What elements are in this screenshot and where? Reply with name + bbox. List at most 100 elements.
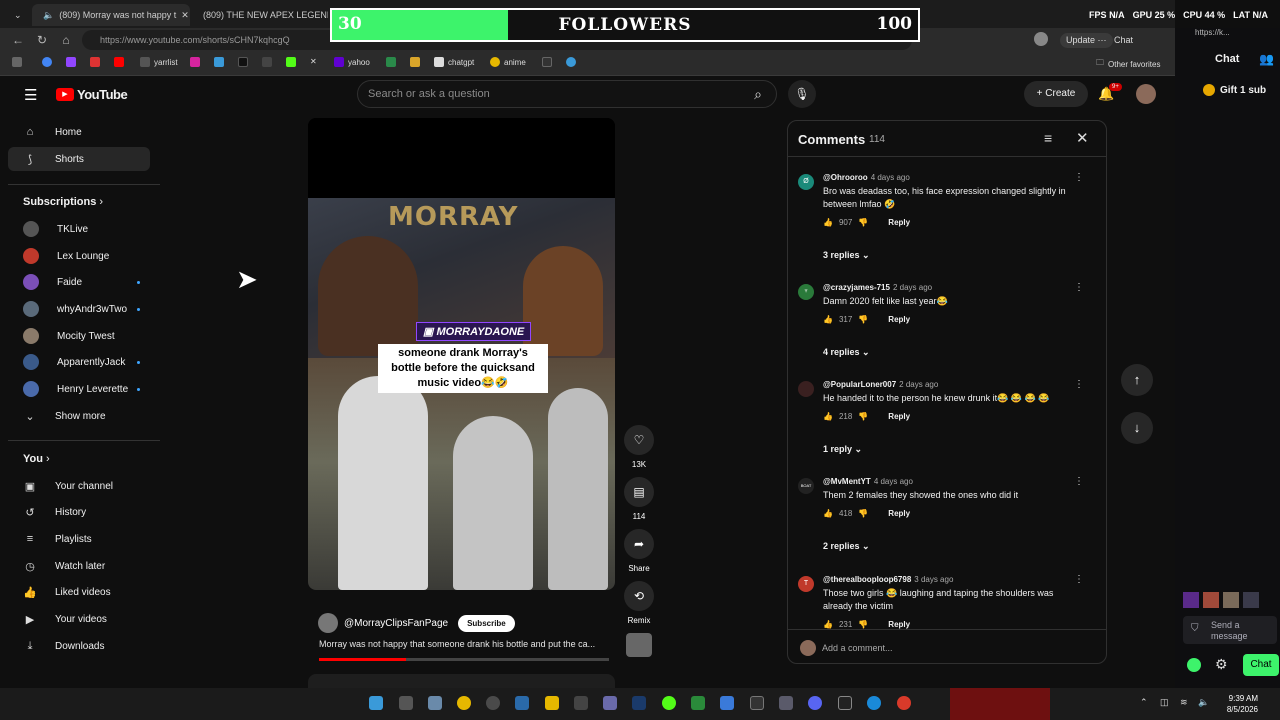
sidebar-item-downloads[interactable]: ⤓ Downloads bbox=[8, 634, 150, 658]
video-title[interactable]: Morray was not happy that someone drank … bbox=[319, 639, 609, 649]
app-icon[interactable] bbox=[779, 696, 793, 710]
chrome-icon[interactable] bbox=[897, 696, 911, 710]
comment-author[interactable]: @crazyjames-715 2 days ago bbox=[823, 283, 932, 292]
microphone-icon[interactable]: 🎙 bbox=[788, 80, 816, 108]
bookmark-x[interactable]: ✕ bbox=[310, 57, 317, 66]
emote-icon[interactable] bbox=[1183, 592, 1199, 608]
bookmark-twitch[interactable] bbox=[66, 57, 76, 67]
sidebar-sub-faide[interactable]: Faide bbox=[8, 270, 150, 294]
start-icon[interactable] bbox=[369, 696, 383, 710]
commenter-avatar[interactable]: Ø bbox=[798, 174, 814, 190]
bookmark-4[interactable] bbox=[386, 57, 396, 67]
sidebar-item-watch-later[interactable]: ◷ Watch later bbox=[8, 554, 150, 578]
copilot-chat-button[interactable]: Chat bbox=[1114, 35, 1133, 45]
folder-icon[interactable] bbox=[545, 696, 559, 710]
reply-button[interactable]: Reply bbox=[888, 218, 910, 227]
bookmark-icon-1[interactable] bbox=[12, 57, 22, 67]
sidebar-sub-whyandr3wtwo[interactable]: whyAndr3wTwo bbox=[8, 297, 150, 321]
comment-author[interactable]: @therealbooploop6798 3 days ago bbox=[823, 575, 953, 584]
bookmark-anime[interactable]: anime bbox=[490, 57, 526, 67]
app-icon[interactable] bbox=[691, 696, 705, 710]
show-more-button[interactable]: ⌄ Show more bbox=[8, 404, 150, 428]
search-icon[interactable] bbox=[399, 696, 413, 710]
comments-action[interactable]: ▤ 114 bbox=[624, 477, 654, 521]
sidebar-item-history[interactable]: ↺ History bbox=[8, 500, 150, 524]
share-action[interactable]: ➦ Share bbox=[624, 529, 654, 573]
menu-icon[interactable]: ☰ bbox=[24, 86, 37, 104]
thumbs-down-icon[interactable]: 👎 bbox=[858, 509, 868, 518]
more-options-icon[interactable]: ⋮ bbox=[1074, 379, 1084, 390]
view-replies-button[interactable]: 2 replies ⌄ bbox=[823, 541, 870, 552]
sidebar-item-home[interactable]: ⌂ Home bbox=[8, 120, 150, 144]
back-button[interactable]: ← bbox=[10, 32, 26, 48]
system-clock[interactable]: 9:39 AM 8/5/2026 bbox=[1227, 693, 1258, 715]
view-replies-button[interactable]: 4 replies ⌄ bbox=[823, 347, 870, 358]
shorts-video-player[interactable]: MORRAY ▣ MORRAYDAONE someone drank Morra… bbox=[308, 118, 615, 590]
view-replies-button[interactable]: 1 reply ⌄ bbox=[823, 444, 862, 455]
app-icon[interactable] bbox=[720, 696, 734, 710]
thumbs-up-icon[interactable]: 👍 bbox=[823, 218, 833, 227]
bookmark-youtube[interactable] bbox=[114, 57, 124, 67]
volume-icon[interactable]: 🔈 bbox=[1198, 697, 1209, 708]
sidebar-sub-lex-lounge[interactable]: Lex Lounge bbox=[8, 244, 150, 268]
commenter-avatar[interactable]: ♆ bbox=[798, 284, 814, 300]
bookmark-yahoo[interactable]: yahoo bbox=[334, 57, 370, 67]
commenter-avatar[interactable]: BOAT bbox=[798, 478, 814, 494]
thumbs-down-icon[interactable]: 👎 bbox=[858, 218, 868, 227]
comment-author[interactable]: @Ohrooroo 4 days ago bbox=[823, 173, 910, 182]
search-icon[interactable]: ⌕ bbox=[740, 81, 776, 107]
next-short-preview[interactable] bbox=[308, 674, 615, 688]
sidebar-sub-apparentlyjack[interactable]: ApparentlyJack bbox=[8, 350, 150, 374]
bookmark-2[interactable] bbox=[214, 57, 224, 67]
more-options-icon[interactable]: ⋮ bbox=[1074, 282, 1084, 293]
like-action[interactable]: ♡ 13K bbox=[624, 425, 654, 469]
reply-button[interactable]: Reply bbox=[888, 315, 910, 324]
gift-sub-button[interactable]: Gift 1 sub bbox=[1203, 84, 1266, 96]
account-avatar[interactable] bbox=[1136, 84, 1156, 104]
tab-youtube-apex[interactable]: (809) THE NEW APEX LEGENDS S bbox=[192, 4, 328, 26]
thumbs-down-icon[interactable]: 👎 bbox=[858, 315, 868, 324]
sidebar-item-liked-videos[interactable]: 👍 Liked videos bbox=[8, 580, 150, 604]
bookmark-7[interactable] bbox=[566, 57, 576, 67]
sidebar-item-your-videos[interactable]: ▶ Your videos bbox=[8, 607, 150, 631]
search-input[interactable]: Search or ask a question ⌕ bbox=[357, 80, 777, 108]
profile-avatar[interactable] bbox=[1034, 32, 1048, 46]
sidebar-sub-tklive[interactable]: TKLive bbox=[8, 217, 150, 241]
thumbs-up-icon[interactable]: 👍 bbox=[823, 620, 833, 629]
app-icon[interactable] bbox=[662, 696, 676, 710]
thumbs-up-icon[interactable]: 👍 bbox=[823, 315, 833, 324]
app-icon[interactable] bbox=[486, 696, 500, 710]
thumbs-up-icon[interactable]: 👍 bbox=[823, 509, 833, 518]
wifi-icon[interactable]: ≋ bbox=[1180, 697, 1188, 708]
sound-thumbnail[interactable] bbox=[626, 633, 652, 657]
comment-author[interactable]: @PopularLoner007 2 days ago bbox=[823, 380, 938, 389]
channel-avatar[interactable] bbox=[318, 613, 338, 633]
remix-action[interactable]: ⟲ Remix bbox=[624, 581, 654, 625]
tab-close-icon[interactable]: ✕ bbox=[181, 10, 189, 21]
youtube-logo[interactable]: ▶ YouTube bbox=[56, 87, 128, 102]
comment-author[interactable]: @MvMentYT 4 days ago bbox=[823, 477, 913, 486]
other-favorites[interactable]: 🗀 Other favorites bbox=[1096, 57, 1160, 71]
sidebar-sub-henry-leverette[interactable]: Henry Leverette bbox=[8, 377, 150, 401]
bookmark-6[interactable] bbox=[542, 57, 552, 67]
home-button[interactable]: ⌂ bbox=[58, 32, 74, 48]
settings-icon[interactable] bbox=[428, 696, 442, 710]
chat-send-button[interactable]: Chat bbox=[1243, 654, 1279, 676]
close-icon[interactable]: ✕ bbox=[1076, 129, 1089, 147]
sidebar-item-shorts[interactable]: ⟆ Shorts bbox=[8, 147, 150, 171]
share-icon[interactable]: ➦ bbox=[624, 529, 654, 559]
thumbs-up-icon[interactable]: 👍 bbox=[823, 412, 833, 421]
bookmark-yarrlist[interactable]: yarrlist bbox=[140, 57, 178, 67]
bookmark-instagram[interactable] bbox=[190, 57, 200, 67]
app-icon[interactable] bbox=[515, 696, 529, 710]
more-options-icon[interactable]: ⋮ bbox=[1074, 476, 1084, 487]
steam-icon[interactable] bbox=[632, 696, 646, 710]
sidebar-sub-mocity-twest[interactable]: Mocity Twest bbox=[8, 324, 150, 348]
tab-youtube-morray[interactable]: 🔈 (809) Morray was not happy t ✕ bbox=[32, 4, 190, 26]
sidebar-item-your-channel[interactable]: ▣ Your channel bbox=[8, 474, 150, 498]
create-button[interactable]: + Create bbox=[1024, 81, 1088, 107]
remix-icon[interactable]: ⟲ bbox=[624, 581, 654, 611]
send-message-input[interactable]: ⛉ Send a message bbox=[1183, 616, 1277, 644]
bookmark-3[interactable] bbox=[262, 57, 272, 67]
bookmark-chatgpt[interactable]: chatgpt bbox=[434, 57, 474, 67]
